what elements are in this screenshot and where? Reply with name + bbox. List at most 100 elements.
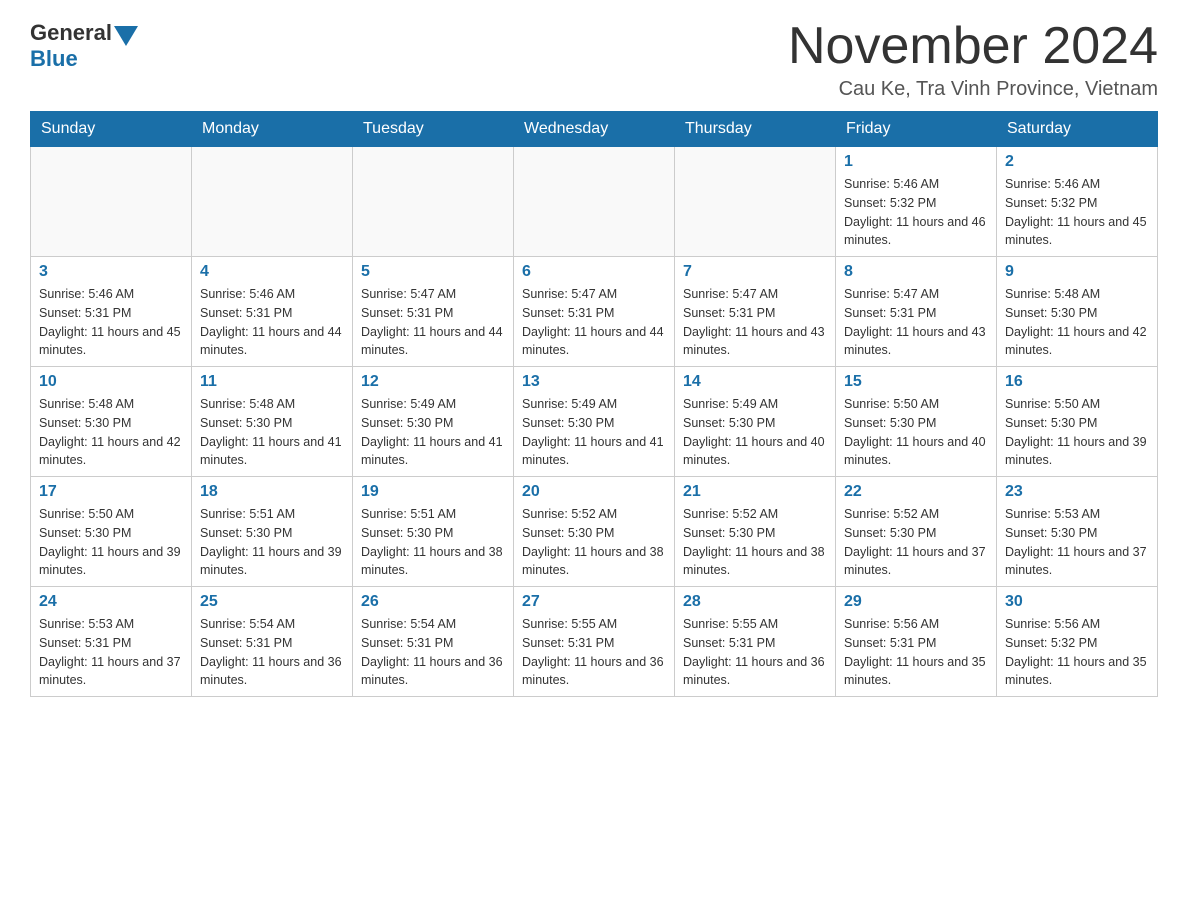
calendar-cell: 21Sunrise: 5:52 AM Sunset: 5:30 PM Dayli… [675, 477, 836, 587]
calendar-cell: 24Sunrise: 5:53 AM Sunset: 5:31 PM Dayli… [31, 587, 192, 697]
logo-blue-text: Blue [30, 46, 138, 72]
month-title: November 2024 [788, 20, 1158, 72]
day-info: Sunrise: 5:54 AM Sunset: 5:31 PM Dayligh… [200, 615, 344, 690]
calendar-cell [192, 147, 353, 257]
day-number: 26 [361, 593, 505, 611]
day-number: 22 [844, 483, 988, 501]
calendar-cell [31, 147, 192, 257]
weekday-header-wednesday: Wednesday [514, 112, 675, 147]
calendar-cell: 28 Sunrise: 5:55 AM Sunset: 5:31 PM Dayli… [675, 587, 836, 697]
calendar-cell: 11 Sunrise: 5:48 AM Sunset: 5:30 PM Dayli… [192, 367, 353, 477]
day-info: Sunrise: 5:47 AM Sunset: 5:31 PM Dayligh… [361, 285, 505, 360]
day-number: 23 [1005, 483, 1149, 501]
day-number: 14 [683, 373, 827, 391]
day-number: 21 [683, 483, 827, 501]
day-info: Sunrise: 5:56 AM Sunset: 5:32 PM Dayligh… [1005, 615, 1149, 690]
weekday-header-sunday: Sunday [31, 112, 192, 147]
day-info: Sunrise: 5:48 AM Sunset: 5:30 PM Dayligh… [1005, 285, 1149, 360]
day-number: 10 [39, 373, 183, 391]
day-number: 28 [683, 593, 827, 611]
day-number: 9 [1005, 263, 1149, 281]
day-number: 29 [844, 593, 988, 611]
day-info: Sunrise: 5:51 AM Sunset: 5:30 PM Dayligh… [361, 505, 505, 580]
weekday-header-row: SundayMondayTuesdayWednesdayThursdayFrid… [31, 112, 1158, 147]
day-info: Sunrise: 5:49 AM Sunset: 5:30 PM Dayligh… [361, 395, 505, 470]
week-row-1: 1 Sunrise: 5:46 AM Sunset: 5:32 PM Daylig… [31, 147, 1158, 257]
day-info: Sunrise: 5:55 AM Sunset: 5:31 PM Dayligh… [683, 615, 827, 690]
day-number: 8 [844, 263, 988, 281]
week-row-5: 24Sunrise: 5:53 AM Sunset: 5:31 PM Dayli… [31, 587, 1158, 697]
day-number: 20 [522, 483, 666, 501]
day-info: Sunrise: 5:46 AM Sunset: 5:32 PM Dayligh… [844, 175, 988, 250]
week-row-3: 10 Sunrise: 5:48 AM Sunset: 5:30 PM Dayli… [31, 367, 1158, 477]
day-number: 30 [1005, 593, 1149, 611]
calendar-cell [675, 147, 836, 257]
weekday-header-friday: Friday [836, 112, 997, 147]
day-info: Sunrise: 5:55 AM Sunset: 5:31 PM Dayligh… [522, 615, 666, 690]
day-info: Sunrise: 5:51 AM Sunset: 5:30 PM Dayligh… [200, 505, 344, 580]
calendar-cell: 2 Sunrise: 5:46 AM Sunset: 5:32 PM Daylig… [997, 147, 1158, 257]
day-number: 1 [844, 153, 988, 171]
day-number: 13 [522, 373, 666, 391]
day-info: Sunrise: 5:50 AM Sunset: 5:30 PM Dayligh… [844, 395, 988, 470]
calendar-cell: 25 Sunrise: 5:54 AM Sunset: 5:31 PM Dayli… [192, 587, 353, 697]
day-info: Sunrise: 5:49 AM Sunset: 5:30 PM Dayligh… [683, 395, 827, 470]
logo-general-text: General [30, 20, 112, 46]
day-number: 24 [39, 593, 183, 611]
calendar-cell: 7 Sunrise: 5:47 AM Sunset: 5:31 PM Daylig… [675, 257, 836, 367]
day-number: 17 [39, 483, 183, 501]
day-number: 6 [522, 263, 666, 281]
day-number: 4 [200, 263, 344, 281]
weekday-header-thursday: Thursday [675, 112, 836, 147]
day-number: 12 [361, 373, 505, 391]
calendar-cell: 18 Sunrise: 5:51 AM Sunset: 5:30 PM Dayli… [192, 477, 353, 587]
calendar-cell: 19Sunrise: 5:51 AM Sunset: 5:30 PM Dayli… [353, 477, 514, 587]
calendar-table: SundayMondayTuesdayWednesdayThursdayFrid… [30, 111, 1158, 697]
calendar-cell: 5 Sunrise: 5:47 AM Sunset: 5:31 PM Daylig… [353, 257, 514, 367]
day-number: 3 [39, 263, 183, 281]
calendar-cell: 13 Sunrise: 5:49 AM Sunset: 5:30 PM Dayli… [514, 367, 675, 477]
calendar-cell: 30 Sunrise: 5:56 AM Sunset: 5:32 PM Dayli… [997, 587, 1158, 697]
title-block: November 2024 Cau Ke, Tra Vinh Province,… [788, 20, 1158, 101]
day-info: Sunrise: 5:47 AM Sunset: 5:31 PM Dayligh… [844, 285, 988, 360]
calendar-cell: 26Sunrise: 5:54 AM Sunset: 5:31 PM Dayli… [353, 587, 514, 697]
day-number: 5 [361, 263, 505, 281]
day-info: Sunrise: 5:49 AM Sunset: 5:30 PM Dayligh… [522, 395, 666, 470]
week-row-4: 17 Sunrise: 5:50 AM Sunset: 5:30 PM Dayli… [31, 477, 1158, 587]
calendar-cell: 23 Sunrise: 5:53 AM Sunset: 5:30 PM Dayli… [997, 477, 1158, 587]
day-info: Sunrise: 5:56 AM Sunset: 5:31 PM Dayligh… [844, 615, 988, 690]
calendar-cell: 10 Sunrise: 5:48 AM Sunset: 5:30 PM Dayli… [31, 367, 192, 477]
day-info: Sunrise: 5:50 AM Sunset: 5:30 PM Dayligh… [1005, 395, 1149, 470]
day-info: Sunrise: 5:46 AM Sunset: 5:31 PM Dayligh… [39, 285, 183, 360]
calendar-cell: 29 Sunrise: 5:56 AM Sunset: 5:31 PM Dayli… [836, 587, 997, 697]
logo-arrow-icon [114, 26, 138, 46]
day-number: 16 [1005, 373, 1149, 391]
calendar-cell: 16 Sunrise: 5:50 AM Sunset: 5:30 PM Dayli… [997, 367, 1158, 477]
day-number: 7 [683, 263, 827, 281]
day-info: Sunrise: 5:52 AM Sunset: 5:30 PM Dayligh… [522, 505, 666, 580]
day-info: Sunrise: 5:46 AM Sunset: 5:31 PM Dayligh… [200, 285, 344, 360]
day-info: Sunrise: 5:50 AM Sunset: 5:30 PM Dayligh… [39, 505, 183, 580]
day-number: 2 [1005, 153, 1149, 171]
day-number: 15 [844, 373, 988, 391]
day-number: 18 [200, 483, 344, 501]
calendar-cell [514, 147, 675, 257]
weekday-header-saturday: Saturday [997, 112, 1158, 147]
day-info: Sunrise: 5:47 AM Sunset: 5:31 PM Dayligh… [683, 285, 827, 360]
page-header: General Blue November 2024 Cau Ke, Tra V… [30, 20, 1158, 101]
day-info: Sunrise: 5:46 AM Sunset: 5:32 PM Dayligh… [1005, 175, 1149, 250]
day-info: Sunrise: 5:52 AM Sunset: 5:30 PM Dayligh… [844, 505, 988, 580]
weekday-header-tuesday: Tuesday [353, 112, 514, 147]
day-info: Sunrise: 5:48 AM Sunset: 5:30 PM Dayligh… [39, 395, 183, 470]
calendar-cell: 15 Sunrise: 5:50 AM Sunset: 5:30 PM Dayli… [836, 367, 997, 477]
calendar-cell [353, 147, 514, 257]
day-info: Sunrise: 5:53 AM Sunset: 5:30 PM Dayligh… [1005, 505, 1149, 580]
day-number: 11 [200, 373, 344, 391]
day-number: 25 [200, 593, 344, 611]
location-subtitle: Cau Ke, Tra Vinh Province, Vietnam [788, 78, 1158, 101]
weekday-header-monday: Monday [192, 112, 353, 147]
calendar-cell: 1 Sunrise: 5:46 AM Sunset: 5:32 PM Daylig… [836, 147, 997, 257]
day-info: Sunrise: 5:48 AM Sunset: 5:30 PM Dayligh… [200, 395, 344, 470]
calendar-cell: 14 Sunrise: 5:49 AM Sunset: 5:30 PM Dayli… [675, 367, 836, 477]
calendar-cell: 12 Sunrise: 5:49 AM Sunset: 5:30 PM Dayli… [353, 367, 514, 477]
